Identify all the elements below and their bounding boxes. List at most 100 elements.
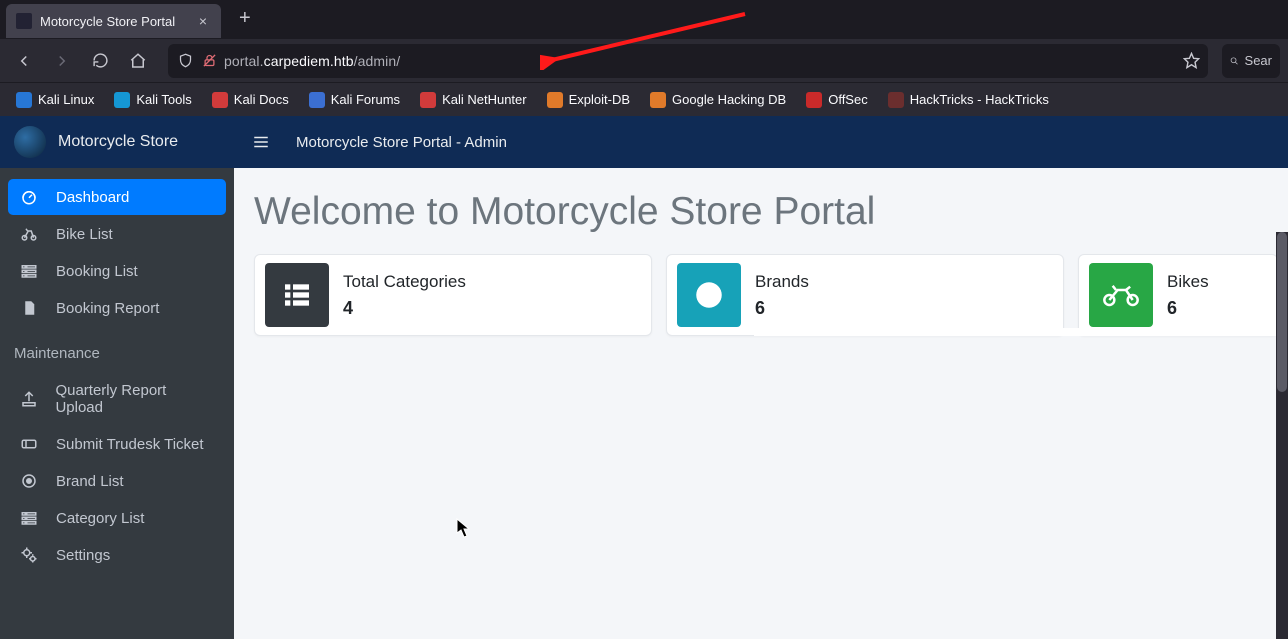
card-total-categories: Total Categories 4 (254, 254, 652, 336)
tab-title: Motorcycle Store Portal (40, 14, 175, 29)
bookmark-label: Kali Docs (234, 92, 289, 107)
topbar-title: Motorcycle Store Portal - Admin (296, 134, 507, 151)
vertical-scrollbar[interactable] (1276, 232, 1288, 639)
bookmark-item[interactable]: Exploit-DB (539, 88, 638, 112)
bookmark-label: Kali NetHunter (442, 92, 527, 107)
bookmarks-bar: Kali Linux Kali Tools Kali Docs Kali Forums… (0, 82, 1288, 116)
url-subdomain: portal. (224, 53, 264, 69)
bookmark-item[interactable]: Kali Tools (106, 88, 199, 112)
bookmark-label: Kali Linux (38, 92, 94, 107)
search-label: Sear (1245, 53, 1272, 68)
cogs-icon (20, 546, 42, 564)
back-button[interactable] (8, 45, 40, 77)
bookmark-favicon (888, 92, 904, 108)
sidebar-item-brand-list[interactable]: Brand List (8, 463, 226, 499)
bookmark-label: HackTricks - HackTricks (910, 92, 1049, 107)
scrollbar-thumb[interactable] (1277, 232, 1287, 392)
sidebar-nav-maintenance: Quarterly Report Upload Submit Trudesk Ti… (0, 368, 234, 578)
motorcycle-icon (1089, 263, 1153, 327)
sidebar-nav-main: Dashboard Bike List Booking List Booking Re… (0, 174, 234, 331)
reload-button[interactable] (84, 45, 116, 77)
shield-icon (176, 53, 194, 68)
sidebar-item-booking-report[interactable]: Booking Report (8, 290, 226, 326)
sidebar-item-label: Bike List (56, 226, 113, 243)
tab-bar: Motorcycle Store Portal × + (0, 0, 1288, 38)
card-value: 6 (755, 298, 809, 319)
lock-insecure-icon (200, 53, 218, 68)
bookmark-label: Exploit-DB (569, 92, 630, 107)
bookmark-item[interactable]: Kali NetHunter (412, 88, 535, 112)
sidebar-item-label: Dashboard (56, 189, 129, 206)
bookmark-item[interactable]: OffSec (798, 88, 876, 112)
sidebar-item-label: Booking Report (56, 300, 159, 317)
bookmark-item[interactable]: Kali Docs (204, 88, 297, 112)
url-host: carpediem.htb (264, 53, 354, 69)
bookmark-label: Kali Forums (331, 92, 400, 107)
bookmark-item[interactable]: HackTricks - HackTricks (880, 88, 1057, 112)
home-button[interactable] (122, 45, 154, 77)
bookmark-item[interactable]: Kali Linux (8, 88, 102, 112)
svg-text:C: C (702, 285, 716, 307)
file-icon (20, 299, 42, 317)
card-title: Brands (755, 272, 809, 292)
bookmark-favicon (16, 92, 32, 108)
search-box[interactable]: Sear (1222, 44, 1280, 78)
bookmark-item[interactable]: Kali Forums (301, 88, 408, 112)
bookmark-favicon (806, 92, 822, 108)
sidebar-item-category-list[interactable]: Category List (8, 500, 226, 536)
forward-button[interactable] (46, 45, 78, 77)
address-bar[interactable]: portal.carpediem.htb/admin/ (168, 44, 1208, 78)
ticket-icon (20, 435, 42, 453)
bookmark-label: OffSec (828, 92, 868, 107)
bookmark-label: Kali Tools (136, 92, 191, 107)
sidebar-item-quarterly-report-upload[interactable]: Quarterly Report Upload (8, 373, 226, 425)
sidebar-item-bike-list[interactable]: Bike List (8, 216, 226, 252)
bookmark-favicon (309, 92, 325, 108)
upload-icon (20, 390, 41, 408)
page-title: Welcome to Motorcycle Store Portal (254, 190, 1268, 234)
tab-close-button[interactable]: × (195, 13, 211, 29)
sidebar-item-booking-list[interactable]: Booking List (8, 253, 226, 289)
bike-icon (20, 225, 42, 243)
hamburger-button[interactable] (252, 133, 274, 151)
sidebar-item-settings[interactable]: Settings (8, 537, 226, 573)
sidebar-item-label: Quarterly Report Upload (55, 382, 214, 416)
url-path: /admin/ (354, 53, 401, 69)
card-brands: C Brands 6 (666, 254, 1064, 336)
carousel[interactable] (754, 328, 1288, 336)
url-text: portal.carpediem.htb/admin/ (224, 53, 400, 69)
tab-favicon (16, 13, 32, 29)
circle-icon (20, 472, 42, 490)
sidebar: Motorcycle Store Dashboard Bike List Booki… (0, 116, 234, 639)
bookmark-favicon (114, 92, 130, 108)
search-icon (1230, 54, 1239, 68)
bookmark-label: Google Hacking DB (672, 92, 786, 107)
card-title: Bikes (1167, 272, 1209, 292)
sidebar-item-dashboard[interactable]: Dashboard (8, 179, 226, 215)
card-bikes: Bikes 6 (1078, 254, 1278, 336)
main: Welcome to Motorcycle Store Portal Total… (234, 168, 1288, 336)
card-title: Total Categories (343, 272, 466, 292)
bookmark-star-icon[interactable] (1183, 52, 1200, 69)
toolbar: portal.carpediem.htb/admin/ Sear (0, 38, 1288, 82)
card-value: 6 (1167, 298, 1209, 319)
sidebar-item-label: Settings (56, 547, 110, 564)
list-icon (20, 262, 42, 280)
sidebar-item-label: Category List (56, 510, 144, 527)
browser-tab[interactable]: Motorcycle Store Portal × (6, 4, 221, 38)
card-value: 4 (343, 298, 466, 319)
list-icon (265, 263, 329, 327)
sidebar-brand[interactable]: Motorcycle Store (0, 116, 234, 168)
sidebar-item-submit-trudesk-ticket[interactable]: Submit Trudesk Ticket (8, 426, 226, 462)
bookmark-favicon (650, 92, 666, 108)
motorcycle-image (788, 332, 1288, 336)
stat-cards: Total Categories 4 C Brands 6 (254, 254, 1268, 336)
sidebar-section-maintenance: Maintenance (0, 331, 234, 368)
copyright-icon: C (677, 263, 741, 327)
bookmark-item[interactable]: Google Hacking DB (642, 88, 794, 112)
new-tab-button[interactable]: + (229, 0, 261, 38)
sidebar-item-label: Booking List (56, 263, 138, 280)
tach-icon (20, 188, 42, 206)
brand-logo (14, 126, 46, 158)
bookmark-favicon (212, 92, 228, 108)
